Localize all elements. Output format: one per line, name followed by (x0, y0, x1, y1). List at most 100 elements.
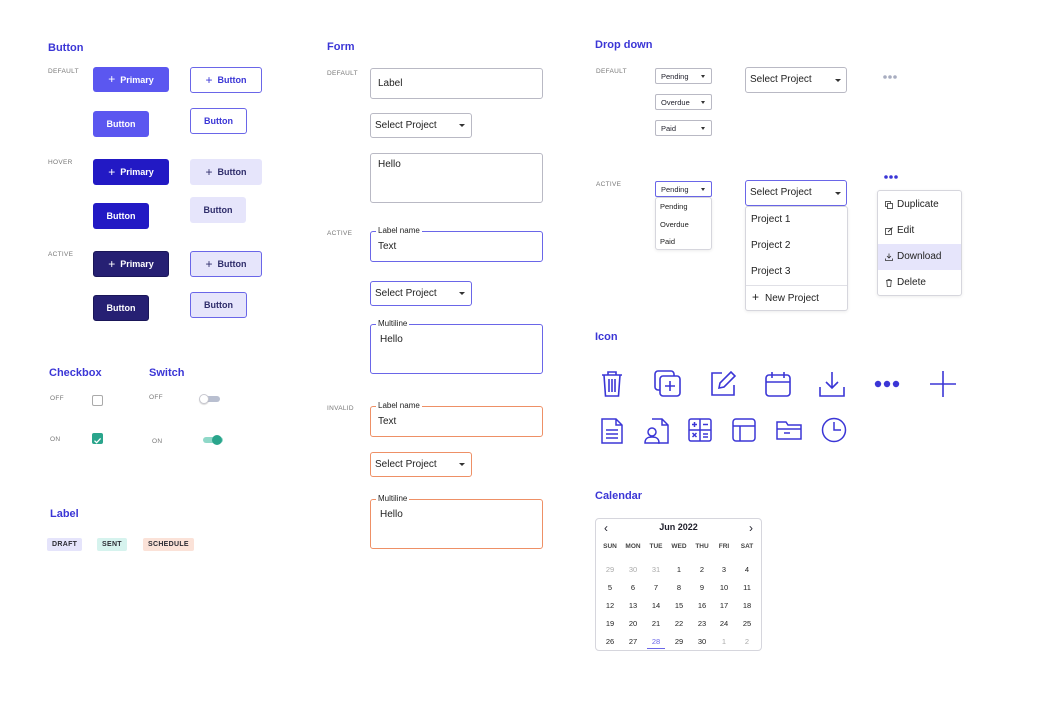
status-option-pending[interactable]: Pending (660, 202, 711, 211)
outline-button-default-plain[interactable]: Button (190, 108, 247, 134)
primary-button-hover[interactable]: + Primary (93, 159, 169, 185)
check-icon (94, 437, 102, 444)
calendar-day[interactable]: 30 (691, 637, 713, 646)
calendar-day[interactable]: 3 (713, 565, 735, 574)
copy-add-icon[interactable] (654, 370, 682, 398)
form-state-active: ACTIVE (327, 230, 353, 237)
chevron-right-icon[interactable]: › (749, 521, 753, 535)
calendar-day[interactable]: 15 (668, 601, 690, 610)
more-horizontal-icon[interactable] (882, 74, 898, 80)
calendar-day[interactable]: 29 (668, 637, 690, 646)
text-field-invalid[interactable]: Label name Text (370, 401, 543, 437)
calendar-day[interactable]: 30 (622, 565, 644, 574)
calendar-day[interactable]: 16 (691, 601, 713, 610)
switch-on[interactable] (202, 434, 224, 446)
action-delete[interactable]: Delete (878, 270, 961, 296)
calendar-day[interactable]: 10 (713, 583, 735, 592)
select-project-invalid[interactable]: Select Project (370, 452, 472, 477)
calendar-day[interactable]: 14 (645, 601, 667, 610)
calendar-day[interactable]: 21 (645, 619, 667, 628)
calendar-day[interactable]: 5 (599, 583, 621, 592)
select-project-dropdown-default[interactable]: Select Project (745, 67, 847, 93)
action-duplicate[interactable]: Duplicate (878, 192, 961, 218)
status-dropdown-paid[interactable]: Paid (655, 120, 712, 136)
checkbox-checked[interactable] (92, 433, 103, 444)
calendar-day[interactable]: 7 (645, 583, 667, 592)
text-field-active[interactable]: Label name Text (370, 226, 543, 262)
calendar-day[interactable]: 12 (599, 601, 621, 610)
outline-button-active-plain[interactable]: Button (190, 292, 247, 318)
primary-button-default[interactable]: + Primary (93, 67, 169, 92)
primary-button-active[interactable]: + Primary (93, 251, 169, 277)
layout-icon[interactable] (732, 418, 756, 442)
calculator-icon[interactable] (688, 418, 712, 442)
calendar-day[interactable]: 26 (599, 637, 621, 646)
switch-off-label: OFF (149, 394, 163, 401)
trash-icon[interactable] (600, 370, 624, 398)
user-file-icon[interactable] (644, 418, 670, 444)
calendar-day[interactable]: 29 (599, 565, 621, 574)
select-value: Select Project (375, 459, 437, 470)
outline-button-hover-plain[interactable]: Button (190, 197, 246, 223)
new-project-option[interactable]: + New Project (752, 291, 847, 304)
status-option-overdue[interactable]: Overdue (660, 220, 711, 229)
calendar-day[interactable]: 8 (668, 583, 690, 592)
folder-icon[interactable] (776, 419, 802, 441)
download-icon[interactable] (818, 370, 846, 398)
download-icon (885, 253, 893, 261)
multiline-default[interactable]: Hello (370, 153, 543, 203)
calendar-day[interactable]: 27 (622, 637, 644, 646)
calendar-day[interactable]: 11 (736, 583, 758, 592)
action-edit[interactable]: Edit (878, 218, 961, 244)
calendar-day[interactable]: 20 (622, 619, 644, 628)
outline-button-default[interactable]: + Button (190, 67, 262, 93)
calendar-day[interactable]: 17 (713, 601, 735, 610)
calendar-day[interactable]: 6 (622, 583, 644, 592)
plus-icon[interactable] (929, 370, 957, 398)
switch-off[interactable] (199, 393, 221, 405)
calendar-day[interactable]: 1 (713, 637, 735, 646)
calendar-day[interactable]: 23 (691, 619, 713, 628)
outline-button-hover[interactable]: + Button (190, 159, 262, 185)
project-option-2[interactable]: Project 2 (751, 240, 847, 251)
calendar-day[interactable]: 2 (736, 637, 758, 646)
status-dropdown-pending[interactable]: Pending (655, 68, 712, 84)
calendar-day[interactable]: 24 (713, 619, 735, 628)
calendar-day[interactable]: 9 (691, 583, 713, 592)
calendar-day[interactable]: 2 (691, 565, 713, 574)
primary-button-hover-plain[interactable]: Button (93, 203, 149, 229)
calendar-day[interactable]: 31 (645, 565, 667, 574)
outline-button-active[interactable]: + Button (190, 251, 262, 277)
calendar-day[interactable]: 4 (736, 565, 758, 574)
calendar-day[interactable]: 18 (736, 601, 758, 610)
calendar-day[interactable]: 19 (599, 619, 621, 628)
text-field-default[interactable]: Label (370, 68, 543, 99)
more-horizontal-icon-active[interactable] (883, 174, 899, 180)
edit-icon (885, 227, 893, 235)
calendar-day[interactable]: 25 (736, 619, 758, 628)
calendar-day[interactable]: 1 (668, 565, 690, 574)
calendar-day[interactable]: 13 (622, 601, 644, 610)
select-project-default[interactable]: Select Project (370, 113, 472, 138)
calendar-day[interactable]: 22 (668, 619, 690, 628)
status-dropdown-overdue[interactable]: Overdue (655, 94, 712, 110)
document-icon[interactable] (600, 418, 624, 444)
status-option-paid[interactable]: Paid (660, 237, 711, 246)
primary-button-active-plain[interactable]: Button (93, 295, 149, 321)
multiline-active[interactable]: Multiline Hello (370, 319, 543, 374)
more-icon[interactable] (873, 379, 901, 389)
state-hover-label: HOVER (48, 159, 73, 166)
edit-icon[interactable] (709, 370, 737, 398)
select-project-active[interactable]: Select Project (370, 281, 472, 306)
primary-button-default-plain[interactable]: Button (93, 111, 149, 137)
clock-icon[interactable] (821, 417, 847, 443)
project-option-1[interactable]: Project 1 (751, 214, 847, 225)
checkbox-unchecked[interactable] (92, 395, 103, 406)
status-dropdown-active[interactable]: Pending (655, 181, 712, 197)
select-project-dropdown-active[interactable]: Select Project (745, 180, 847, 206)
multiline-invalid[interactable]: Multiline Hello (370, 494, 543, 549)
calendar-icon[interactable] (764, 370, 792, 398)
action-download[interactable]: Download (878, 244, 961, 270)
calendar-day[interactable]: 28 (645, 637, 667, 646)
project-option-3[interactable]: Project 3 (751, 266, 847, 277)
